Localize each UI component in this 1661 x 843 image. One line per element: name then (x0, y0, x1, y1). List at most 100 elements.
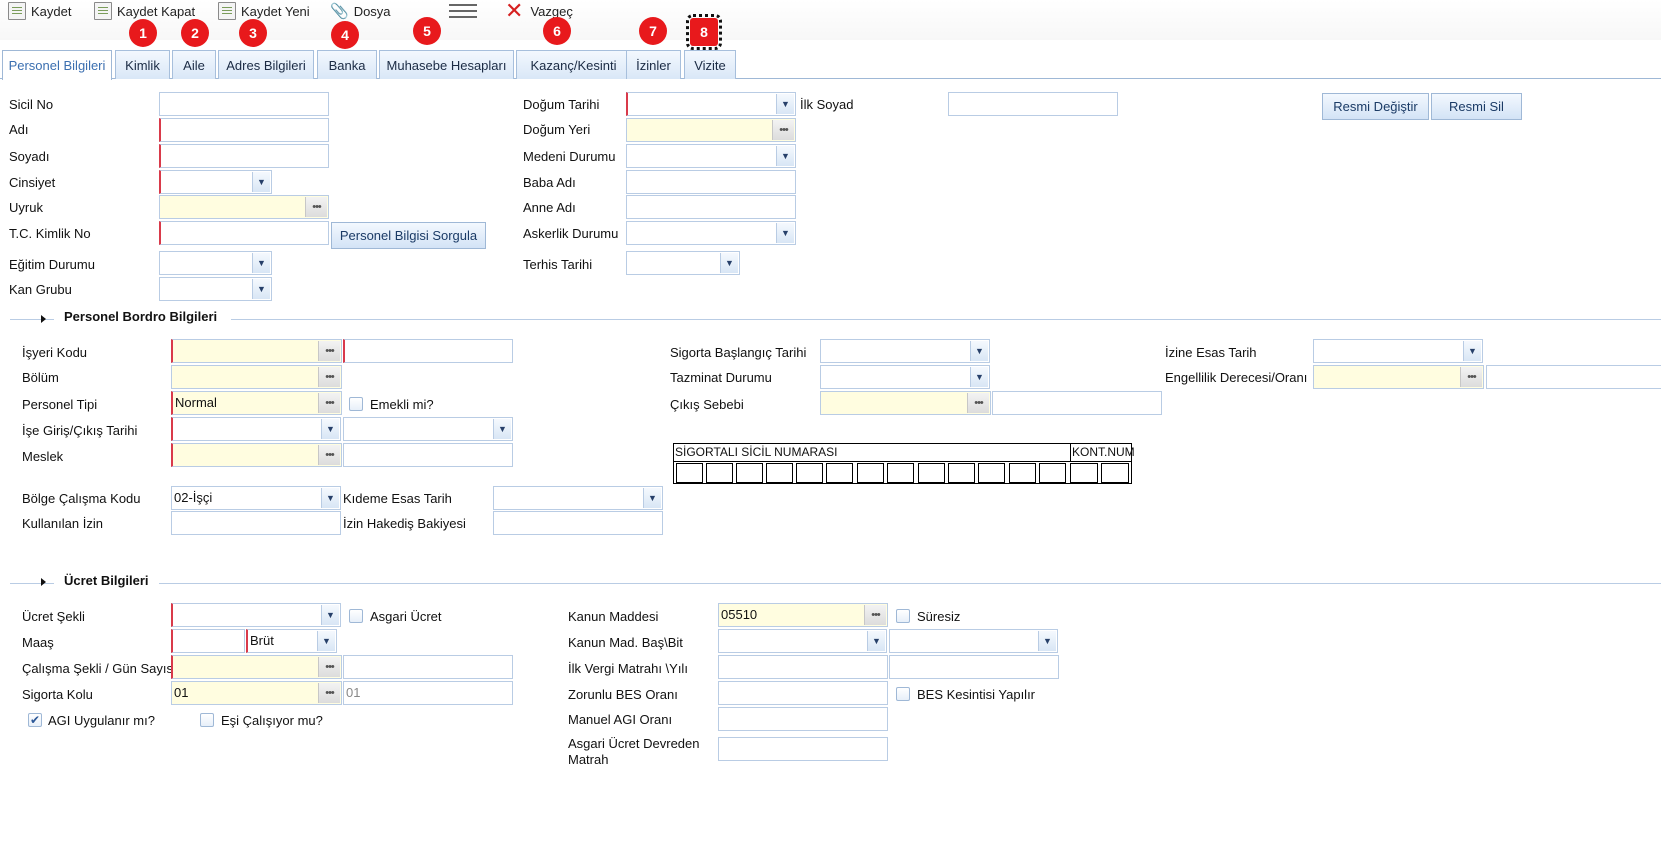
tab-izinler[interactable]: İzinler (626, 50, 681, 79)
menu-icon[interactable] (449, 4, 477, 18)
chevron-down-icon[interactable]: ▼ (1463, 341, 1481, 361)
resmi-sil-button[interactable]: Resmi Sil (1431, 93, 1522, 120)
manuel-agi-input[interactable] (718, 707, 888, 731)
tab-kimlik[interactable]: Kimlik (115, 50, 170, 79)
kullanilan-izin-input[interactable] (171, 511, 341, 535)
sicil-no-input[interactable] (159, 92, 329, 116)
bolum-lookup[interactable]: ••• (171, 365, 342, 389)
engellilik-lookup[interactable]: ••• (1313, 365, 1484, 389)
ellipsis-icon[interactable]: ••• (864, 605, 886, 625)
expand-icon[interactable] (41, 578, 46, 586)
sicil-digit-3[interactable] (736, 463, 763, 483)
chevron-down-icon[interactable]: ▼ (317, 631, 335, 651)
chevron-down-icon[interactable]: ▼ (776, 223, 794, 243)
bes-kesinti-checkbox[interactable] (896, 687, 910, 701)
ilk-soyad-input[interactable] (948, 92, 1118, 116)
tab-personel-bilgileri[interactable]: Personel Bilgileri (2, 50, 112, 80)
sicil-digit-1[interactable] (676, 463, 703, 483)
egitim-select[interactable]: ▼ (159, 251, 272, 275)
chevron-down-icon[interactable]: ▼ (776, 94, 794, 114)
chevron-down-icon[interactable]: ▼ (252, 172, 270, 192)
cikis-tarihi-select[interactable]: ▼ (343, 417, 513, 441)
cikis-sebebi-lookup[interactable]: ••• (820, 391, 991, 415)
ellipsis-icon[interactable]: ••• (305, 197, 327, 217)
tazminat-select[interactable]: ▼ (820, 365, 990, 389)
ellipsis-icon[interactable]: ••• (1460, 367, 1482, 387)
chevron-down-icon[interactable]: ▼ (867, 631, 885, 651)
adi-input[interactable] (159, 118, 329, 142)
brut-net-select[interactable]: Brüt ▼ (246, 629, 337, 653)
ellipsis-icon[interactable]: ••• (318, 683, 340, 703)
personel-bilgisi-sorgula-button[interactable]: Personel Bilgisi Sorgula (331, 222, 486, 249)
chevron-down-icon[interactable]: ▼ (252, 253, 270, 273)
terhis-tarihi-select[interactable]: ▼ (626, 251, 740, 275)
expand-icon[interactable] (41, 315, 46, 323)
chevron-down-icon[interactable]: ▼ (970, 367, 988, 387)
ellipsis-icon[interactable]: ••• (318, 445, 340, 465)
cinsiyet-select[interactable]: ▼ (159, 170, 272, 194)
medeni-durumu-select[interactable]: ▼ (626, 144, 796, 168)
ellipsis-icon[interactable]: ••• (318, 367, 340, 387)
save-button[interactable]: Kaydet (8, 0, 71, 22)
chevron-down-icon[interactable]: ▼ (493, 419, 511, 439)
isyeri-adi-input[interactable] (343, 339, 513, 363)
maas-input[interactable] (171, 629, 245, 653)
asgari-devreden-input[interactable] (718, 737, 888, 761)
chevron-down-icon[interactable]: ▼ (643, 488, 661, 508)
chevron-down-icon[interactable]: ▼ (1038, 631, 1056, 651)
ilk-vergi-matrahi-input[interactable] (718, 655, 888, 679)
ilk-vergi-yili-input[interactable] (889, 655, 1059, 679)
chevron-down-icon[interactable]: ▼ (321, 419, 339, 439)
sicil-digit-4[interactable] (766, 463, 793, 483)
ellipsis-icon[interactable]: ••• (318, 341, 340, 361)
calisma-sekli-lookup[interactable]: ••• (171, 655, 342, 679)
chevron-down-icon[interactable]: ▼ (252, 279, 270, 299)
chevron-down-icon[interactable]: ▼ (776, 146, 794, 166)
sicil-digit-5[interactable] (796, 463, 823, 483)
asgari-ucret-checkbox[interactable] (349, 609, 363, 623)
agi-checkbox[interactable]: ✔ (28, 713, 42, 727)
chevron-down-icon[interactable]: ▼ (321, 488, 339, 508)
personel-tipi-lookup[interactable]: Normal ••• (171, 391, 342, 415)
emekli-checkbox[interactable] (349, 397, 363, 411)
gun-sayisi-input[interactable] (343, 655, 513, 679)
anne-adi-input[interactable] (626, 195, 796, 219)
sicil-digit-11[interactable] (978, 463, 1005, 483)
dogum-tarihi-select[interactable]: ▼ (626, 92, 796, 116)
engellilik-orani-input[interactable] (1486, 365, 1661, 389)
save-new-button[interactable]: Kaydet Yeni (218, 0, 310, 22)
tab-adres-bilgileri[interactable]: Adres Bilgileri (218, 50, 314, 79)
sicil-digit-7[interactable] (857, 463, 884, 483)
izin-hakedis-input[interactable] (493, 511, 663, 535)
baba-adi-input[interactable] (626, 170, 796, 194)
dogum-yeri-lookup[interactable]: ••• (626, 118, 796, 142)
kont-digit-2[interactable] (1101, 463, 1129, 483)
tab-aile[interactable]: Aile (172, 50, 216, 79)
sicil-digit-8[interactable] (887, 463, 914, 483)
tab-muhasebe-hesaplari[interactable]: Muhasebe Hesapları (379, 50, 514, 79)
kanun-bitis-select[interactable]: ▼ (889, 629, 1058, 653)
ellipsis-icon[interactable]: ••• (318, 393, 340, 413)
kan-grubu-select[interactable]: ▼ (159, 277, 272, 301)
sigorta-kolu-lookup[interactable]: 01 ••• (171, 681, 342, 705)
sicil-digit-9[interactable] (918, 463, 945, 483)
sicil-digit-12[interactable] (1009, 463, 1036, 483)
bes-orani-input[interactable] (718, 681, 888, 705)
file-button[interactable]: 📎 Dosya (330, 0, 391, 22)
suresiz-checkbox[interactable] (896, 609, 910, 623)
sigorta-baslangic-select[interactable]: ▼ (820, 339, 990, 363)
kideme-esas-select[interactable]: ▼ (493, 486, 663, 510)
ise-giris-select[interactable]: ▼ (171, 417, 341, 441)
sicil-digit-13[interactable] (1039, 463, 1066, 483)
kanun-maddesi-lookup[interactable]: 05510 ••• (718, 603, 888, 627)
tab-kazanc-kesinti[interactable]: Kazanç/Kesinti (516, 50, 631, 79)
ucret-sekli-select[interactable]: ▼ (171, 603, 341, 627)
tc-kimlik-input[interactable] (159, 221, 329, 245)
meslek-lookup[interactable]: ••• (171, 443, 342, 467)
chevron-down-icon[interactable]: ▼ (321, 605, 339, 625)
sicil-digit-10[interactable] (948, 463, 975, 483)
ellipsis-icon[interactable]: ••• (772, 120, 794, 140)
ellipsis-icon[interactable]: ••• (967, 393, 989, 413)
chevron-down-icon[interactable]: ▼ (970, 341, 988, 361)
izine-esas-select[interactable]: ▼ (1313, 339, 1483, 363)
